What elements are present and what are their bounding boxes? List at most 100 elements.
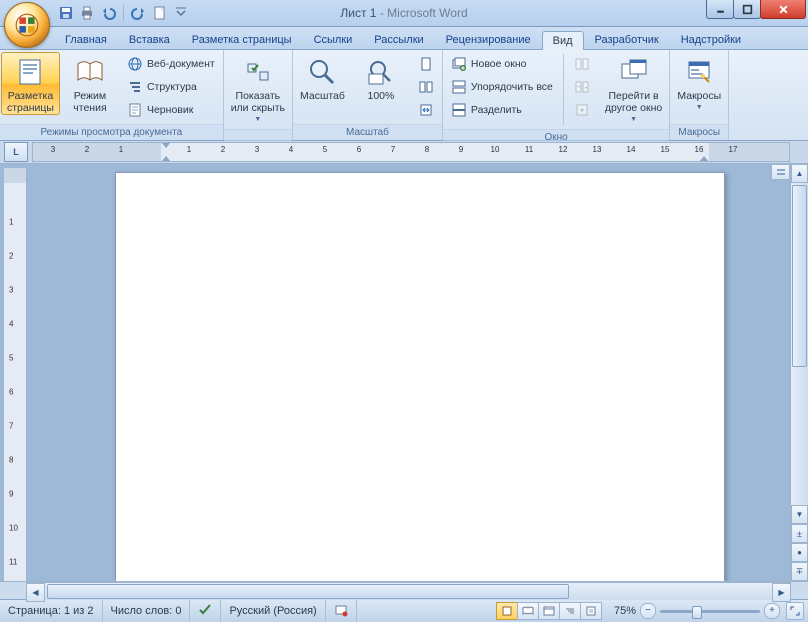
scroll-down-button[interactable]: ▼ xyxy=(791,505,808,524)
scroll-right-button[interactable]: ▶ xyxy=(772,583,791,602)
macro-record-icon xyxy=(334,603,348,620)
two-pages-button[interactable] xyxy=(414,76,438,98)
tab-addins[interactable]: Надстройки xyxy=(670,30,752,49)
zoom-button[interactable]: Масштаб xyxy=(294,52,351,103)
tab-view[interactable]: Вид xyxy=(542,31,584,50)
web-layout-button[interactable]: Веб-документ xyxy=(123,53,219,75)
page[interactable] xyxy=(115,172,725,581)
split-button[interactable]: Разделить xyxy=(447,99,557,121)
tab-insert[interactable]: Вставка xyxy=(118,30,181,49)
group-document-views: Разметка страницы Режим чтения Веб-докум… xyxy=(0,50,224,140)
view-reading[interactable] xyxy=(517,602,539,620)
draft-label: Черновик xyxy=(147,104,193,116)
reading-mode-button[interactable]: Режим чтения xyxy=(62,52,118,115)
group-show-hide: Показать или скрыть ▼ xyxy=(224,50,293,140)
switch-windows-button[interactable]: Перейти в другое окно ▼ xyxy=(599,52,668,127)
undo-icon[interactable] xyxy=(100,5,116,21)
reset-pos-icon xyxy=(574,102,590,118)
scroll-thumb-horizontal[interactable] xyxy=(47,584,569,599)
right-indent-marker[interactable] xyxy=(699,156,709,162)
page-width-button[interactable] xyxy=(414,99,438,121)
sync-scroll-icon xyxy=(574,79,590,95)
arrange-all-label: Упорядочить все xyxy=(471,81,553,93)
browse-object-button[interactable]: ● xyxy=(791,543,808,562)
qat-customize-icon[interactable] xyxy=(173,5,189,21)
group-views-label: Режимы просмотра документа xyxy=(0,124,223,140)
tab-selector[interactable]: L xyxy=(4,142,28,162)
tab-references[interactable]: Ссылки xyxy=(303,30,364,49)
minimize-button[interactable] xyxy=(706,0,734,19)
zoom-slider[interactable] xyxy=(660,610,760,613)
vertical-ruler[interactable]: 123456789101112 xyxy=(4,168,27,581)
view-print-layout[interactable] xyxy=(496,602,518,620)
web-layout-icon xyxy=(127,56,143,72)
ruler-toggle-button[interactable] xyxy=(771,164,790,180)
group-macros-label: Макросы xyxy=(670,124,728,140)
reading-mode-label: Режим чтения xyxy=(73,90,106,114)
zoom-slider-thumb[interactable] xyxy=(692,606,702,619)
chevron-down-icon: ▼ xyxy=(254,114,261,126)
status-macro-rec[interactable] xyxy=(326,600,357,622)
group-macros: Макросы ▼ Макросы xyxy=(670,50,729,140)
tab-mailings[interactable]: Рассылки xyxy=(363,30,434,49)
scroll-up-button[interactable]: ▲ xyxy=(791,164,808,183)
view-web[interactable] xyxy=(538,602,560,620)
print-icon[interactable] xyxy=(79,5,95,21)
new-window-icon xyxy=(451,56,467,72)
close-button[interactable] xyxy=(760,0,806,19)
office-button[interactable] xyxy=(4,2,50,48)
status-word-count[interactable]: Число слов: 0 xyxy=(103,600,191,622)
save-icon[interactable] xyxy=(58,5,74,21)
macros-label: Макросы xyxy=(677,90,721,102)
maximize-button[interactable] xyxy=(733,0,761,19)
zoom-out-button[interactable]: − xyxy=(640,603,656,619)
status-spellcheck[interactable] xyxy=(190,600,221,622)
outline-button[interactable]: Структура xyxy=(123,76,219,98)
status-language[interactable]: Русский (Россия) xyxy=(221,600,325,622)
draft-button[interactable]: Черновик xyxy=(123,99,219,121)
scroll-thumb-vertical[interactable] xyxy=(792,185,807,367)
draft-icon xyxy=(127,102,143,118)
tab-developer[interactable]: Разработчик xyxy=(584,30,670,49)
chevron-down-icon: ▼ xyxy=(630,114,637,126)
arrange-all-button[interactable]: Упорядочить все xyxy=(447,76,557,98)
document-name: Лист 1 xyxy=(340,6,376,20)
switch-windows-icon xyxy=(618,56,650,88)
show-hide-icon xyxy=(242,56,274,88)
new-doc-icon[interactable] xyxy=(152,5,168,21)
qat-separator xyxy=(123,5,124,21)
zoom-100-label: 100% xyxy=(367,90,394,102)
fullscreen-button[interactable] xyxy=(786,602,804,620)
side-by-side-button xyxy=(570,53,594,75)
one-page-button[interactable] xyxy=(414,53,438,75)
tab-home[interactable]: Главная xyxy=(54,30,118,49)
hanging-indent-marker[interactable] xyxy=(161,156,171,162)
tab-review[interactable]: Рецензирование xyxy=(435,30,542,49)
resize-grip[interactable] xyxy=(790,581,808,599)
new-window-button[interactable]: Новое окно xyxy=(447,53,557,75)
switch-windows-label: Перейти в другое окно xyxy=(605,90,662,114)
redo-icon[interactable] xyxy=(131,5,147,21)
split-label: Разделить xyxy=(471,104,522,116)
scroll-left-button[interactable]: ◀ xyxy=(26,583,45,602)
macros-button[interactable]: Макросы ▼ xyxy=(671,52,727,115)
horizontal-scrollbar[interactable]: ◀ ▶ xyxy=(26,582,791,600)
view-draft[interactable] xyxy=(580,602,602,620)
page-width-icon xyxy=(418,102,434,118)
next-page-button[interactable]: ∓ xyxy=(791,562,808,581)
prev-page-button[interactable]: ± xyxy=(791,524,808,543)
document-viewport[interactable] xyxy=(27,164,790,581)
vertical-scrollbar[interactable]: ▲ ▼ ± ● ∓ xyxy=(790,164,808,581)
zoom-in-button[interactable]: + xyxy=(764,603,780,619)
show-hide-button[interactable]: Показать или скрыть ▼ xyxy=(225,52,291,127)
status-bar: Страница: 1 из 2 Число слов: 0 Русский (… xyxy=(0,599,808,622)
status-page[interactable]: Страница: 1 из 2 xyxy=(0,600,103,622)
tab-page-layout[interactable]: Разметка страницы xyxy=(181,30,303,49)
horizontal-ruler[interactable]: 3211234567891011121314151617 xyxy=(32,142,790,162)
first-line-indent-marker[interactable] xyxy=(161,142,171,148)
separator xyxy=(563,54,564,125)
zoom-100-button[interactable]: 100% xyxy=(353,52,409,103)
view-outline[interactable] xyxy=(559,602,581,620)
zoom-percent[interactable]: 75% xyxy=(614,605,636,617)
print-layout-button[interactable]: Разметка страницы xyxy=(1,52,60,115)
